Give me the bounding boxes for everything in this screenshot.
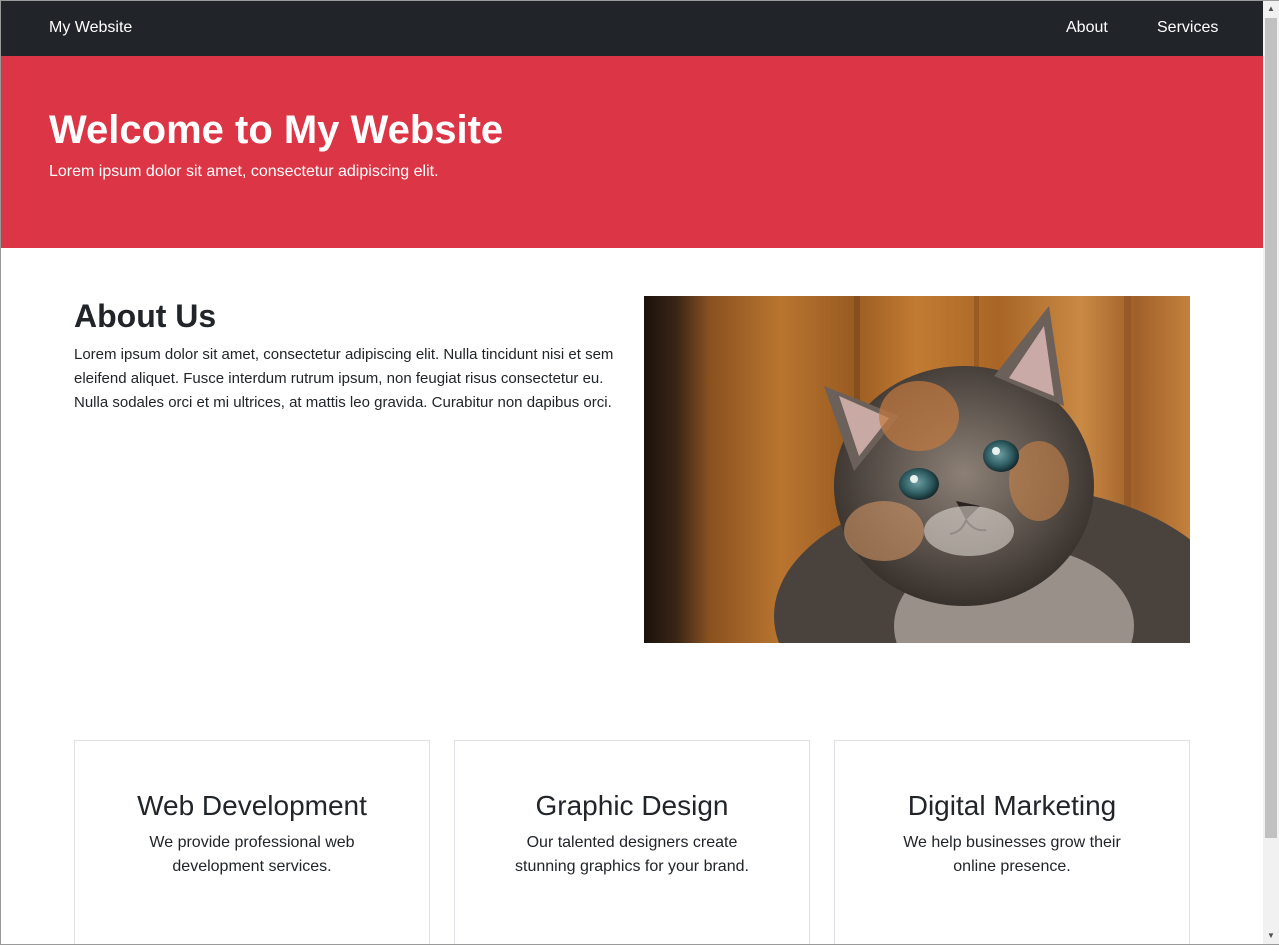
card-title: Web Development	[137, 790, 367, 821]
kitten-image	[644, 296, 1190, 643]
hero-subtitle: Lorem ipsum dolor sit amet, consectetur …	[49, 163, 439, 180]
card-text: We provide professional web development …	[149, 834, 355, 875]
hero-title: Welcome to My Website	[49, 108, 504, 152]
nav-link-services[interactable]: Services	[1157, 19, 1218, 37]
about-title: About Us	[74, 298, 217, 334]
about-text: Lorem ipsum dolor sit amet, consectetur …	[74, 346, 614, 411]
nav-link-about[interactable]: About	[1066, 19, 1108, 37]
card-title: Graphic Design	[535, 790, 729, 821]
brand-link[interactable]: My Website	[49, 19, 132, 37]
service-card-digital-marketing: Digital Marketing We help businesses gro…	[834, 740, 1190, 944]
service-card-graphic-design: Graphic Design Our talented designers cr…	[454, 740, 810, 944]
card-title: Digital Marketing	[907, 790, 1117, 821]
page: My Website About Services Welcome to My …	[1, 1, 1263, 944]
hero-banner: Welcome to My Website Lorem ipsum dolor …	[1, 56, 1263, 248]
navbar: My Website About Services	[1, 1, 1263, 56]
kitten-photo-illustration	[644, 296, 1190, 643]
scroll-down-arrow-icon[interactable]: ▼	[1263, 928, 1279, 944]
card-text: We help businesses grow their online pre…	[903, 834, 1121, 875]
vertical-scrollbar[interactable]: ▲ ▼	[1263, 1, 1279, 944]
scroll-thumb[interactable]	[1265, 18, 1277, 838]
service-card-web-development: Web Development We provide professional …	[74, 740, 430, 944]
scroll-up-arrow-icon[interactable]: ▲	[1263, 1, 1279, 17]
card-text: Our talented designers create stunning g…	[515, 834, 749, 875]
